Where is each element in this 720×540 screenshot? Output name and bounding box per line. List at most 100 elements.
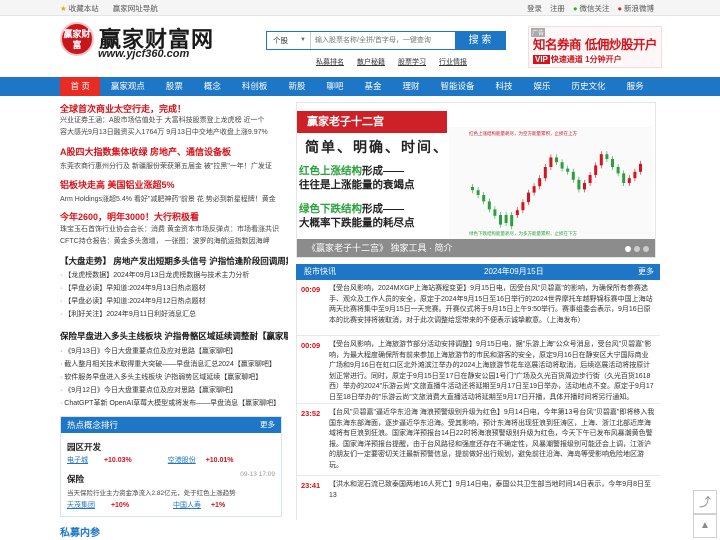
register-link[interactable]: 注册 <box>550 3 565 14</box>
stock-link[interactable]: 空港股份 <box>168 457 196 464</box>
candle-body <box>583 183 586 190</box>
candle-body <box>588 175 592 183</box>
nav-smart-devices[interactable]: 智能设备 <box>430 77 485 96</box>
nav-home[interactable]: 首 页 <box>60 77 101 96</box>
search-input[interactable] <box>311 32 455 49</box>
stock-change: +1% <box>210 502 226 509</box>
stock-link[interactable]: 中国人寿 <box>173 502 201 509</box>
candle-body <box>560 162 564 169</box>
hotlink-industry-intel[interactable]: 行业情报 <box>439 57 467 67</box>
carousel-dot[interactable] <box>634 246 640 252</box>
top-ad-banner[interactable]: 广告 知名券商 低佣炒股开户 VIP 快速通道 1分钟开户 <box>528 26 662 68</box>
headline-4[interactable]: 今年2600，明年3000！大行积极看 <box>60 210 199 223</box>
nav-viewpoint[interactable]: 赢家观点 <box>100 77 155 96</box>
headline-2-sub[interactable]: 东莞农商行惠州分行及 新疆服份荣获第五届金 被"拉黑"一年！广发证 <box>60 161 288 172</box>
candle-body <box>521 202 525 211</box>
nav-service[interactable]: 服务 <box>616 77 654 96</box>
news-text: 【洪水和泥石流已致泰国两地16人死亡】9月14日电，泰国公共卫生部当地时间14日… <box>329 481 652 499</box>
main-nav: 首 页 赢家观点 股票 概念 科创板 新股 聊吧 基金 理财 智能设备 科技 娱… <box>0 77 720 96</box>
candle-body <box>594 165 598 175</box>
hotlink-stock-learning[interactable]: 股票学习 <box>398 57 426 67</box>
news-time: 00:09 <box>301 285 321 294</box>
news-title[interactable]: 股市快讯 <box>304 264 336 280</box>
private-insider-title[interactable]: 私募内参 <box>60 524 100 539</box>
news-more-link[interactable]: 更多 <box>638 264 654 280</box>
news-item[interactable]: 23:52 【台风"贝碧嘉"逼近华东沿海 海浪预警级别升级为红色】9月14日电，… <box>297 404 660 476</box>
search-button[interactable]: 搜 索 <box>455 32 505 49</box>
hotlink-private-ranking[interactable]: 私募排名 <box>316 57 344 67</box>
headline-1-sub-1[interactable]: 兴业证券王涵：A股市场估值处于 大富科技股票登上龙虎榜 近一个 <box>60 115 288 126</box>
carousel-dot[interactable] <box>643 246 649 252</box>
hot-concepts-more-link[interactable]: 更多 <box>260 417 275 433</box>
hot-item-title[interactable]: 园区开发 <box>67 441 101 453</box>
logo-emblem[interactable]: 赢家财富 <box>60 22 94 56</box>
bookmark-link[interactable]: ★ 收藏本站 <box>60 3 99 14</box>
nav-concepts[interactable]: 概念 <box>193 77 231 96</box>
login-link[interactable]: 登录 <box>527 3 542 14</box>
hot-item-title[interactable]: 保险 <box>67 473 84 485</box>
search-type-select[interactable]: 个股 ▼ <box>267 32 311 49</box>
back-to-top-icon[interactable]: ▲ <box>693 514 717 538</box>
list-item[interactable]: · 《9月12日》今日大盘重要点位及应对思路【赢家聊吧】 <box>60 385 288 395</box>
nav-history[interactable]: 历史文化 <box>561 77 616 96</box>
list-item[interactable]: · 软件服务早盘进入多头主线板块 沪指弱势区域延续【赢家聊吧】 <box>60 372 288 382</box>
nav-star-market[interactable]: 科创板 <box>231 77 278 96</box>
news-item[interactable]: 23:41 【洪水和泥石流已致泰国两地16人死亡】9月14日电，泰国公共卫生部当… <box>297 476 660 520</box>
nav-chat[interactable]: 聊吧 <box>316 77 354 96</box>
carousel-dot[interactable] <box>625 246 631 252</box>
news-time: 00:09 <box>301 341 321 350</box>
share-icon[interactable]: ⤴ <box>693 490 717 514</box>
headline-3-sub[interactable]: Arm Holdings涨超5.4% 看好"减肥神药"前景 花 势必到新星程牌！… <box>60 194 288 205</box>
candle-body <box>515 210 519 215</box>
chart-legend-green: 绿色下跌结构能量耗尽，为多方能量累积，止损在下方 <box>469 230 577 237</box>
headline-4-sub-2[interactable]: CFTC持仓报告：黄金多头激增， 一张图：波罗的海航运指数因海岬 <box>60 236 288 247</box>
news-text: 【受台风影响，上海旅游节部分活动安排调整】9月15日电，据"乐游上海"公众号消息… <box>329 341 654 401</box>
stock-link[interactable]: 电子城 <box>67 457 88 464</box>
weibo-link[interactable]: ● 新浪微博 <box>617 3 654 14</box>
stock-link[interactable]: 天茂集团 <box>67 502 95 509</box>
candlestick-chart-image: 红色上涨结构能量耗尽，为空方能量累积，止损在上方 绿色下跌结构能量耗尽，为多方能… <box>449 127 653 239</box>
hot-item-stocks: 天茂集团 +10% 中国人寿 +1% <box>67 500 225 510</box>
news-date: 2024年09月15日 <box>484 267 544 276</box>
headline-4-sub-1[interactable]: 珠宝玉石首饰行业协会会长：消费 黄金资本市场反弹点：市场看涨共识 <box>60 224 288 235</box>
featured-carousel[interactable]: 赢家老子十二宫 简单、明确、时间、价格 红色上涨结构形成—— 往往是上涨能量的衰… <box>296 102 656 258</box>
wechat-link[interactable]: ● 微信关注 <box>573 3 610 14</box>
stock-change: +10% <box>110 502 130 509</box>
nav-finance[interactable]: 理财 <box>392 77 430 96</box>
nav-stocks[interactable]: 股票 <box>155 77 193 96</box>
headline-1-sub-2[interactable]: 容大感光9月13日融资买入1764万 9月13日中交地产收盘上涨9.97% <box>60 127 288 138</box>
list-item[interactable]: · 【早盘必读】早知道:2024年9月13日热点题材 <box>60 283 288 293</box>
hot-item-desc: 当天保险行业主力资金净流入2.82亿元，处于红色上涨趋势 <box>67 490 236 497</box>
nav-guide-link[interactable]: 赢家网址导航 <box>113 3 158 14</box>
list-item[interactable]: · 【龙虎榜数据】2024年09月13日龙虎榜数据与技术主力分析 <box>60 270 288 280</box>
nav-tech[interactable]: 科技 <box>485 77 523 96</box>
news-item[interactable]: 00:09 【受台风影响，上海旅游节部分活动安排调整】9月15日电，据"乐游上海… <box>297 336 660 404</box>
nav-funds[interactable]: 基金 <box>354 77 392 96</box>
news-item[interactable]: 00:09 【受台风影响，2024MXGP上海站赛程变更】9月15日电，因受台风… <box>297 280 660 336</box>
candle-body <box>549 157 553 167</box>
news-text: 【受台风影响，2024MXGP上海站赛程变更】9月15日电，因受台风"贝碧嘉"的… <box>329 285 653 324</box>
ad-headline: 知名券商 低佣炒股开户 <box>533 37 657 52</box>
list-item[interactable]: · ChatGPT革新 OpenAI草莓大模型或将发布——早盘消息【赢家聊吧】 <box>60 398 288 408</box>
headline-6[interactable]: 保险早盘进入多头主线板块 沪指骨骼区域延续调整耐【赢家聊 <box>60 330 288 342</box>
headline-5[interactable]: 【大盘走势】 房地产发出短期多头信号 沪指恰逢阶段回调周期 <box>60 255 288 267</box>
list-item[interactable]: · 【利好关注】2024年9月11日利好消息汇总 <box>60 309 288 319</box>
headline-2[interactable]: A股四大指数集体收绿 房地产、通信设备板 <box>60 145 231 158</box>
stock-change: +10.03% <box>103 457 132 464</box>
list-item[interactable]: · 《9月13日》今日大盘重要点位及应对思路【赢家聊吧】 <box>60 346 288 356</box>
candle-body <box>605 154 609 159</box>
list-item[interactable]: · 截人整月相关技术取得重大突破——早盘消息汇总2024【赢家聊吧】 <box>60 359 288 369</box>
star-icon: ★ <box>60 4 67 13</box>
candle-body <box>627 178 631 183</box>
hot-timestamp: 09-13 17:09 <box>240 471 275 478</box>
hotlink-retail-tips[interactable]: 散户秘籍 <box>357 57 385 67</box>
headline-1[interactable]: 全球首次商业太空行走，完成！ <box>60 102 186 115</box>
nav-entertainment[interactable]: 娱乐 <box>523 77 561 96</box>
hot-item-stocks: 电子城 +10.03% 空港股份 +10.01% <box>67 455 234 465</box>
candle-body <box>599 154 603 166</box>
nav-ipo[interactable]: 新股 <box>278 77 316 96</box>
wechat-icon: ● <box>572 4 578 13</box>
list-item[interactable]: · 【早盘必读】早知道:2024年9月12日热点题材 <box>60 296 288 306</box>
headline-3[interactable]: 铝板块走高 美国铝业涨超5% <box>60 178 175 191</box>
carousel-line-2: 红色上涨结构形成—— <box>299 165 404 177</box>
